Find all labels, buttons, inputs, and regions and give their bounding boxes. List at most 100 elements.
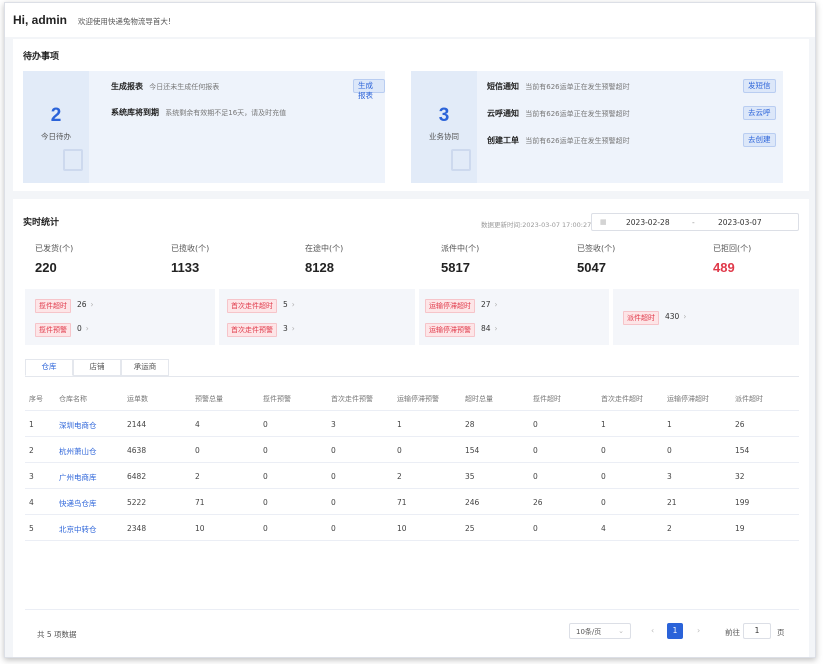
alert-value[interactable]: 5 › bbox=[283, 300, 295, 309]
tab-warehouse[interactable]: 仓库 bbox=[25, 359, 73, 376]
date-separator: - bbox=[692, 218, 695, 227]
todo-item-title: 短信通知 bbox=[487, 82, 519, 91]
table-cell: 71 bbox=[195, 498, 205, 507]
alert-tag[interactable]: 揽件超时 bbox=[35, 299, 71, 313]
table-footer-divider bbox=[25, 609, 799, 610]
date-from[interactable]: 2023-02-28 bbox=[626, 218, 670, 227]
column-header: 首次走件超时 bbox=[601, 395, 643, 403]
table-cell: 199 bbox=[735, 498, 750, 507]
warehouse-link[interactable]: 广州电商库 bbox=[59, 472, 97, 483]
table-cell: 3 bbox=[29, 472, 34, 481]
alert-tag[interactable]: 首次走件预警 bbox=[227, 323, 277, 337]
kpi-delivering: 派件中(个) 5817 bbox=[441, 243, 571, 275]
table-cell: 4 bbox=[29, 498, 34, 507]
chevron-right-icon: › bbox=[494, 300, 498, 309]
next-page-icon[interactable]: › bbox=[697, 626, 700, 635]
table-cell: 19 bbox=[735, 524, 745, 533]
alert-value[interactable]: 26 › bbox=[77, 300, 94, 309]
generate-report-button[interactable]: 生成报表 bbox=[353, 79, 385, 100]
todo-item-desc: 当前有626运单正在发生预警超时 bbox=[525, 137, 630, 145]
table-cell: 28 bbox=[465, 420, 475, 429]
alert-tag[interactable]: 运输停滞预警 bbox=[425, 323, 475, 337]
kpi-label: 已签收(个) bbox=[577, 244, 616, 253]
table-cell: 0 bbox=[397, 446, 402, 455]
kpi-label: 已发货(个) bbox=[35, 244, 74, 253]
collab-count: 3 bbox=[438, 105, 450, 126]
todo-item-cloudcall: 云呼通知 当前有626运单正在发生预警超时 bbox=[487, 108, 630, 119]
column-header: 超时总量 bbox=[465, 395, 493, 403]
warehouse-link[interactable]: 杭州萧山仓 bbox=[59, 446, 97, 457]
alert-group-delivery: 派件超时 430 › bbox=[613, 289, 799, 345]
warehouse-link[interactable]: 快递鸟仓库 bbox=[59, 498, 97, 509]
calendar-icon: ▦ bbox=[600, 218, 607, 226]
todo-title: 待办事项 bbox=[23, 52, 60, 62]
table-cell: 154 bbox=[465, 446, 480, 455]
date-range-picker[interactable]: ▦ 2023-02-28 - 2023-03-07 bbox=[591, 213, 799, 231]
table-cell: 0 bbox=[533, 472, 538, 481]
table-cell: 5 bbox=[29, 524, 34, 533]
kpi-rejected: 已拒回(个) 489 bbox=[713, 243, 815, 275]
table-cell: 2 bbox=[195, 472, 200, 481]
table-cell: 2144 bbox=[127, 420, 147, 429]
warehouse-link[interactable]: 北京中转仓 bbox=[59, 524, 97, 535]
kpi-in-transit: 在途中(个) 8128 bbox=[305, 243, 435, 275]
alert-tag[interactable]: 揽件预警 bbox=[35, 323, 71, 337]
table-cell: 0 bbox=[331, 524, 336, 533]
alert-value[interactable]: 27 › bbox=[481, 300, 498, 309]
alert-value[interactable]: 84 › bbox=[481, 324, 498, 333]
column-header: 预警总量 bbox=[195, 395, 223, 403]
date-to[interactable]: 2023-03-07 bbox=[718, 218, 762, 227]
chevron-down-icon: ⌄ bbox=[618, 627, 624, 635]
cloud-call-button[interactable]: 去云呼 bbox=[743, 106, 776, 120]
table-cell: 26 bbox=[735, 420, 745, 429]
chevron-right-icon: › bbox=[683, 312, 687, 321]
table-cell: 2348 bbox=[127, 524, 147, 533]
tab-divider bbox=[25, 376, 799, 377]
table-cell: 3 bbox=[667, 472, 672, 481]
kpi-value: 5047 bbox=[577, 260, 606, 275]
column-header: 运单数 bbox=[127, 395, 148, 403]
warehouse-link[interactable]: 深圳电商仓 bbox=[59, 420, 97, 431]
alert-value[interactable]: 430 › bbox=[665, 312, 686, 321]
todo-item-sms: 短信通知 当前有626运单正在发生预警超时 bbox=[487, 81, 630, 92]
column-header: 运输停滞预警 bbox=[397, 395, 439, 403]
column-header: 仓库名称 bbox=[59, 395, 87, 403]
table-cell: 4638 bbox=[127, 446, 147, 455]
send-sms-button[interactable]: 发短信 bbox=[743, 79, 776, 93]
tab-carrier[interactable]: 承运商 bbox=[121, 359, 169, 376]
kpi-value: 1133 bbox=[171, 260, 200, 275]
goto-page-input[interactable]: 1 bbox=[743, 623, 771, 639]
table-cell: 246 bbox=[465, 498, 480, 507]
alert-group-pickup: 揽件超时 26 › 揽件预警 0 › bbox=[25, 289, 215, 345]
table-cell: 0 bbox=[263, 446, 268, 455]
page-size-select[interactable]: 10条/页 ⌄ bbox=[569, 623, 631, 639]
today-count-label: 今日待办 bbox=[41, 132, 71, 141]
page-number-current[interactable]: 1 bbox=[667, 623, 683, 639]
stats-title: 实时统计 bbox=[23, 218, 60, 228]
alert-tag[interactable]: 运输停滞超时 bbox=[425, 299, 475, 313]
goto-label: 前往 bbox=[725, 628, 740, 637]
alert-value[interactable]: 0 › bbox=[77, 324, 89, 333]
table-cell: 4 bbox=[195, 420, 200, 429]
table-header: 序号 仓库名称 运单数 预警总量 揽件预警 首次走件预警 运输停滞预警 超时总量… bbox=[25, 385, 799, 411]
todo-item-title: 生成报表 bbox=[111, 82, 143, 91]
table-cell: 0 bbox=[195, 446, 200, 455]
alert-tag[interactable]: 派件超时 bbox=[623, 311, 659, 325]
alert-value[interactable]: 3 › bbox=[283, 324, 295, 333]
app-window: Hi, admin 欢迎使用快递兔物流导首大! 待办事项 2 今日待办 生成报表… bbox=[4, 2, 816, 658]
table-cell: 0 bbox=[331, 446, 336, 455]
tab-store[interactable]: 店铺 bbox=[73, 359, 121, 376]
table-row: 1 深圳电商仓 2144 4 0 3 1 28 0 1 1 26 bbox=[25, 411, 799, 437]
table-cell: 3 bbox=[331, 420, 336, 429]
table-cell: 0 bbox=[331, 472, 336, 481]
table-cell: 71 bbox=[397, 498, 407, 507]
prev-page-icon[interactable]: ‹ bbox=[651, 626, 654, 635]
kpi-collected: 已揽收(个) 1133 bbox=[171, 243, 301, 275]
create-ticket-button[interactable]: 去创建 bbox=[743, 133, 776, 147]
chevron-right-icon: › bbox=[85, 324, 89, 333]
todo-item-report: 生成报表 今日还未生成任何报表 bbox=[111, 81, 219, 92]
table-cell: 5222 bbox=[127, 498, 147, 507]
alert-tag[interactable]: 首次走件超时 bbox=[227, 299, 277, 313]
chevron-right-icon: › bbox=[494, 324, 498, 333]
today-count-box: 2 今日待办 bbox=[23, 71, 89, 183]
